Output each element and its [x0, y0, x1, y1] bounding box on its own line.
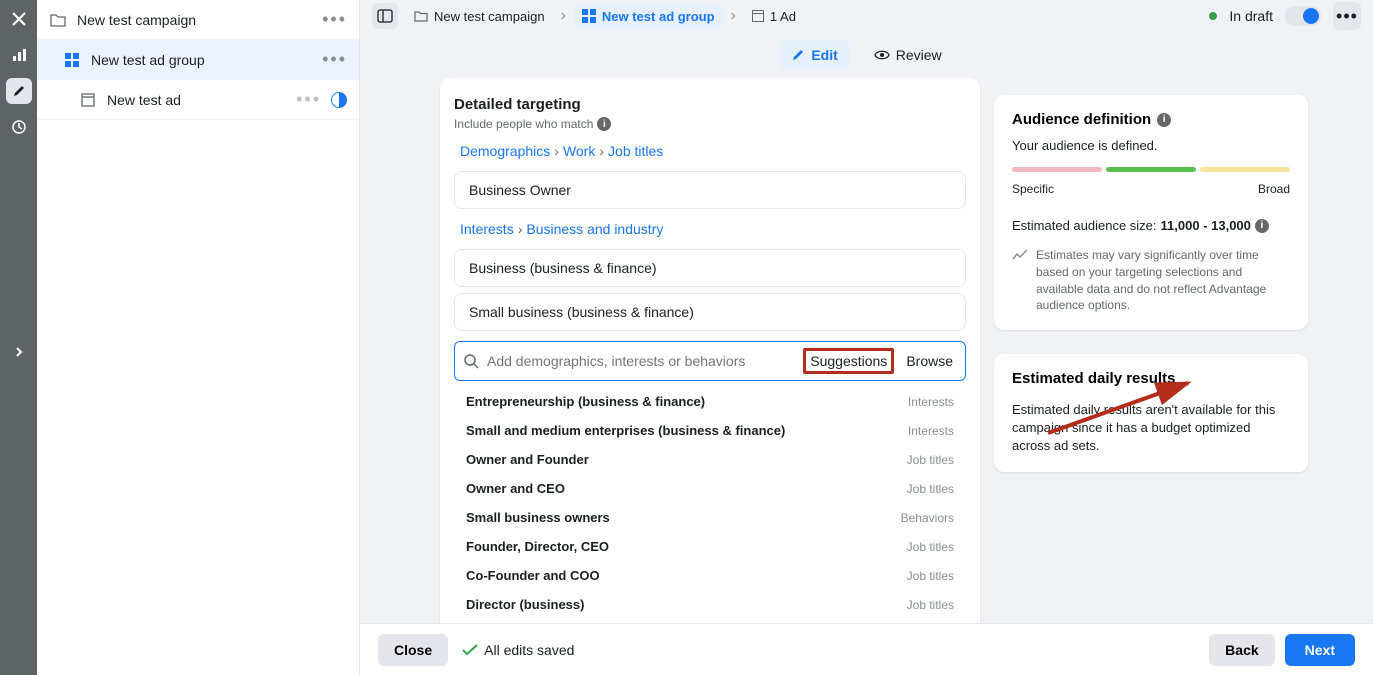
pencil-icon [791, 48, 805, 62]
close-button[interactable]: Close [378, 634, 448, 666]
edit-icon[interactable] [6, 78, 32, 104]
path-link[interactable]: Job titles [608, 143, 663, 159]
trend-icon [1012, 249, 1028, 314]
grid-icon [582, 9, 596, 23]
panel-toggle-icon[interactable] [372, 3, 398, 29]
status-label: In draft [1229, 8, 1273, 24]
audience-definition-card: Audience definition i Your audience is d… [994, 95, 1308, 330]
main-content: Detailed targeting Include people who ma… [360, 78, 1373, 623]
audience-title: Audience definition i [1012, 111, 1290, 128]
publish-toggle[interactable] [1285, 6, 1321, 26]
breadcrumb-campaign-label: New test campaign [434, 9, 545, 24]
top-bar: New test campaign › New test ad group › … [360, 0, 1373, 32]
targeting-path-0: Demographics›Work›Job titles [440, 137, 980, 165]
back-button[interactable]: Back [1209, 634, 1274, 666]
path-link[interactable]: Demographics [460, 143, 550, 159]
breadcrumb-ad-label: 1 Ad [770, 9, 796, 24]
eye-icon [874, 49, 890, 61]
path-link[interactable]: Business and industry [526, 221, 663, 237]
breadcrumb-campaign[interactable]: New test campaign [406, 5, 553, 28]
audience-meter [1012, 167, 1290, 172]
mode-switch: Edit Review [360, 36, 1373, 74]
chevron-right-icon: › [731, 7, 736, 25]
row-menu-icon[interactable]: ••• [296, 89, 321, 110]
targeting-path-1: Interests›Business and industry [440, 215, 980, 243]
review-button[interactable]: Review [862, 41, 954, 69]
breadcrumb-adgroup-label: New test ad group [602, 9, 715, 24]
folder-icon [414, 10, 428, 22]
suggestion-item[interactable]: Owner and CEOJob titles [448, 474, 972, 503]
browse-button[interactable]: Browse [902, 351, 957, 371]
audience-size: Estimated audience size: 11,000 - 13,000… [1012, 218, 1290, 233]
tree-ad[interactable]: New test ad ••• [37, 80, 359, 120]
expand-rail-icon[interactable] [6, 339, 32, 365]
status-indicator-icon [331, 92, 347, 108]
suggestion-item[interactable]: Founder, Director, CEOJob titles [448, 532, 972, 561]
folder-icon [49, 11, 67, 29]
targeting-chip[interactable]: Small business (business & finance) [454, 293, 966, 331]
suggestion-item[interactable]: Small and medium enterprises (business &… [448, 416, 972, 445]
campaign-tree: New test campaign ••• New test ad group … [37, 0, 360, 675]
tree-campaign-label: New test campaign [77, 12, 312, 28]
tree-adgroup-label: New test ad group [91, 52, 312, 68]
tree-campaign[interactable]: New test campaign ••• [37, 0, 359, 40]
save-status: All edits saved [462, 642, 574, 658]
close-icon[interactable] [6, 6, 32, 32]
next-button[interactable]: Next [1285, 634, 1355, 666]
ad-icon [79, 91, 97, 109]
edit-button[interactable]: Edit [779, 41, 849, 69]
search-icon [463, 353, 479, 369]
path-link[interactable]: Interests [460, 221, 514, 237]
ad-icon [752, 10, 764, 22]
suggestion-item[interactable]: Entrepreneurship (business & finance)Int… [448, 387, 972, 416]
breadcrumb-ad[interactable]: 1 Ad [744, 5, 804, 28]
estimates-body: Estimated daily results aren't available… [1012, 401, 1290, 456]
more-menu-button[interactable]: ••• [1333, 2, 1361, 30]
grid-icon [63, 51, 81, 69]
suggestion-item[interactable]: Small business ownersBehaviors [448, 503, 972, 532]
suggestion-item[interactable]: Owner and FounderJob titles [448, 445, 972, 474]
status-dot-icon [1209, 12, 1217, 20]
info-icon[interactable]: i [1255, 219, 1269, 233]
row-menu-icon[interactable]: ••• [322, 9, 347, 30]
suggestion-item[interactable]: Director (business)Job titles [448, 590, 972, 619]
estimates-title: Estimated daily results [1012, 370, 1290, 387]
targeting-title: Detailed targeting [440, 96, 980, 113]
info-icon[interactable]: i [597, 117, 611, 131]
detailed-targeting-card: Detailed targeting Include people who ma… [440, 78, 980, 623]
targeting-subtitle: Include people who match i [440, 113, 980, 137]
targeting-search: Suggestions Browse [454, 341, 966, 381]
chart-icon[interactable] [6, 42, 32, 68]
tree-adgroup[interactable]: New test ad group ••• [37, 40, 359, 80]
tree-ad-label: New test ad [107, 92, 286, 108]
targeting-chip[interactable]: Business (business & finance) [454, 249, 966, 287]
clock-icon[interactable] [6, 114, 32, 140]
chevron-right-icon: › [561, 7, 566, 25]
path-link[interactable]: Work [563, 143, 595, 159]
icon-rail [0, 0, 37, 675]
check-icon [462, 644, 478, 656]
review-label: Review [896, 47, 942, 63]
suggestion-item[interactable]: Co-Founder and COOJob titles [448, 561, 972, 590]
meter-labels: Specific Broad [1012, 182, 1290, 196]
audience-note: Estimates may vary significantly over ti… [1012, 247, 1290, 314]
targeting-chip[interactable]: Business Owner [454, 171, 966, 209]
footer-bar: Close All edits saved Back Next [360, 623, 1373, 675]
suggestions-button[interactable]: Suggestions [803, 348, 894, 374]
row-menu-icon[interactable]: ••• [322, 49, 347, 70]
edit-label: Edit [811, 47, 837, 63]
info-icon[interactable]: i [1157, 113, 1171, 127]
audience-defined-text: Your audience is defined. [1012, 138, 1290, 153]
estimated-results-card: Estimated daily results Estimated daily … [994, 354, 1308, 472]
breadcrumb-adgroup[interactable]: New test ad group [574, 5, 723, 28]
targeting-search-input[interactable] [487, 353, 795, 369]
suggestion-list: Entrepreneurship (business & finance)Int… [448, 387, 972, 623]
